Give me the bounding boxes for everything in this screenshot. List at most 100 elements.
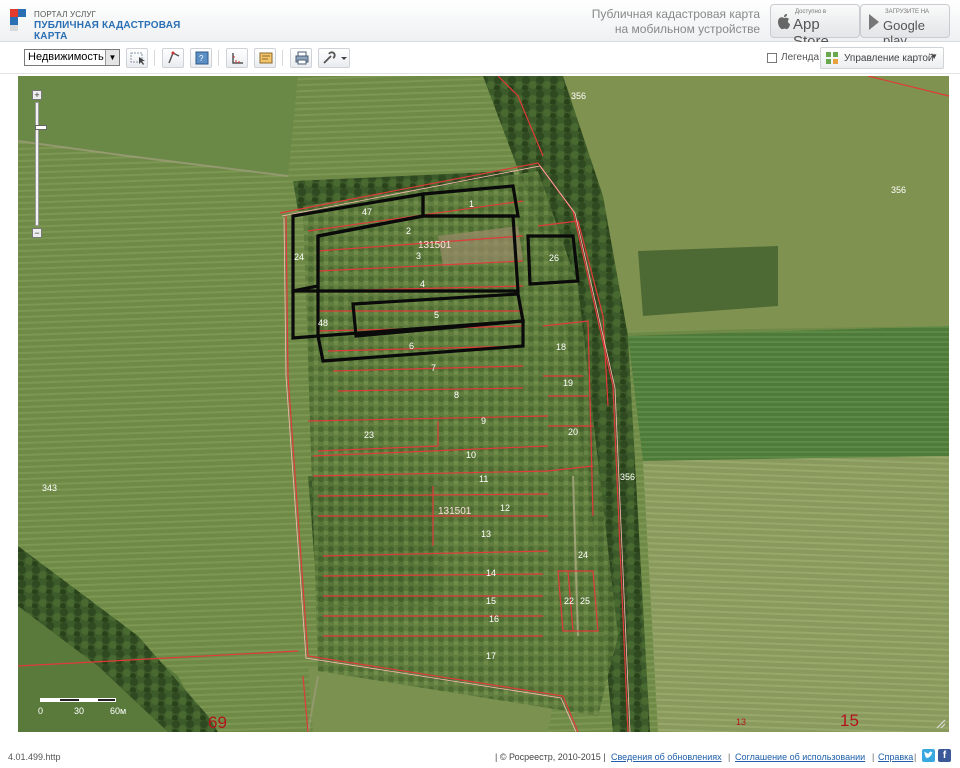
- facebook-icon[interactable]: f: [938, 749, 951, 762]
- manage-map-label: Управление картой: [844, 53, 934, 64]
- parcel-label[interactable]: 16: [489, 614, 499, 624]
- parcel-label[interactable]: 2: [406, 226, 411, 236]
- district-label[interactable]: 15: [840, 711, 859, 730]
- parcel-label[interactable]: 3: [416, 251, 421, 261]
- search-icon: ?: [195, 51, 209, 65]
- parcel-label[interactable]: 14: [486, 568, 496, 578]
- app-store-button[interactable]: Доступно в App Store: [770, 4, 860, 50]
- select-tool-button[interactable]: [126, 48, 148, 68]
- parcel-label[interactable]: 9: [481, 416, 486, 426]
- parcel-label[interactable]: 11: [479, 474, 488, 484]
- parcel-label[interactable]: 15: [486, 596, 496, 606]
- settings-dropdown-button[interactable]: [318, 48, 350, 68]
- zoom-slider-track[interactable]: [35, 102, 47, 226]
- google-play-button[interactable]: ЗАГРУЗИТЕ НА Google play: [860, 4, 950, 48]
- area-label[interactable]: 356: [620, 472, 635, 482]
- portal-logo[interactable]: ПОРТАЛ УСЛУГ ПУБЛИЧНАЯ КАДАСТРОВАЯ КАРТА: [8, 5, 204, 42]
- legend-label[interactable]: Легенда: [781, 52, 819, 63]
- app-store-small-label: Доступно в: [795, 9, 827, 15]
- footer-separator: |: [914, 752, 917, 762]
- chevron-down-icon[interactable]: ▼: [105, 50, 119, 65]
- grid-icon: [826, 52, 838, 64]
- select-icon: [130, 52, 145, 65]
- parcel-label[interactable]: 1: [469, 199, 474, 209]
- header: ПОРТАЛ УСЛУГ ПУБЛИЧНАЯ КАДАСТРОВАЯ КАРТА…: [0, 0, 960, 50]
- parcel-label[interactable]: 22: [564, 596, 574, 606]
- help-link[interactable]: Справка: [878, 752, 913, 762]
- zoom-out-button[interactable]: −: [32, 228, 42, 238]
- parcel-label[interactable]: 19: [563, 378, 573, 388]
- parcel-label[interactable]: 20: [568, 427, 578, 437]
- cadastral-block-label[interactable]: 131501: [438, 506, 472, 517]
- mobile-promo-text: Публичная кадастровая карта на мобильном…: [560, 7, 760, 37]
- parcel-label[interactable]: 6: [409, 341, 414, 351]
- parcel-label[interactable]: 24: [578, 550, 588, 560]
- updates-link[interactable]: Сведения об обновлениях: [611, 752, 722, 762]
- twitter-bird-icon: [924, 751, 933, 759]
- scale-bar-line: [40, 698, 116, 702]
- parcel-label[interactable]: 23: [364, 430, 374, 440]
- legend-checkbox[interactable]: [767, 53, 777, 63]
- chevron-down-icon: ▼: [930, 52, 938, 61]
- identify-tool-button[interactable]: [162, 48, 184, 68]
- layer-select[interactable]: Недвижимость ▼: [24, 49, 120, 66]
- parcel-label[interactable]: 17: [486, 651, 496, 661]
- map-labels: 1 2 3 4 5 6 7 8 9 10 11 12 13 14 15 16 1…: [42, 91, 906, 732]
- svg-text:?: ?: [199, 54, 204, 63]
- layers-icon: [259, 52, 273, 64]
- terms-link[interactable]: Соглашение об использовании: [735, 752, 865, 762]
- mobile-promo-line1: Публичная кадастровая карта: [591, 7, 760, 21]
- area-label[interactable]: 356: [891, 185, 906, 195]
- mobile-promo-line2: на мобильном устройстве: [614, 22, 760, 36]
- toolbar-divider: [282, 50, 283, 66]
- zoom-in-button[interactable]: +: [32, 90, 42, 100]
- footer: 4.01.499.http | © Росреестр, 2010-2015 |…: [0, 744, 960, 768]
- search-tool-button[interactable]: ?: [190, 48, 212, 68]
- print-button[interactable]: [290, 48, 312, 68]
- map-viewport[interactable]: 1 2 3 4 5 6 7 8 9 10 11 12 13 14 15 16 1…: [18, 76, 949, 732]
- google-play-small-label: ЗАГРУЗИТЕ НА: [885, 9, 930, 15]
- identify-icon: [168, 51, 180, 64]
- twitter-icon[interactable]: [922, 749, 935, 762]
- parcel-label[interactable]: 26: [549, 253, 559, 263]
- parcel-label[interactable]: 5: [434, 310, 439, 320]
- toolbar-divider: [218, 50, 219, 66]
- parcel-label[interactable]: 18: [556, 342, 566, 352]
- footer-separator: |: [728, 752, 731, 762]
- logo-subtitle: ПОРТАЛ УСЛУГ: [34, 10, 97, 19]
- parcel-label[interactable]: 8: [454, 390, 459, 400]
- scale-label: 0: [38, 706, 44, 716]
- parcel-label[interactable]: 47: [362, 207, 372, 217]
- manage-map-button[interactable]: Управление картой ▼: [820, 47, 944, 69]
- parcel-label[interactable]: 7: [431, 363, 436, 373]
- version-text: 4.01.499.http: [8, 752, 61, 762]
- parcel-label[interactable]: 4: [420, 279, 425, 289]
- layers-tool-button[interactable]: [254, 48, 276, 68]
- parcel-label[interactable]: 24: [294, 252, 304, 262]
- area-label[interactable]: 356: [571, 91, 586, 101]
- layer-select-value: Недвижимость: [28, 51, 104, 63]
- parcel-label[interactable]: 25: [580, 596, 590, 606]
- scale-label: 30: [74, 706, 85, 716]
- parcel-label[interactable]: 13: [481, 529, 491, 539]
- parcel-label[interactable]: 10: [466, 450, 476, 460]
- area-label[interactable]: 343: [42, 483, 57, 493]
- resize-icon[interactable]: [936, 719, 946, 729]
- district-label[interactable]: 69: [208, 713, 227, 732]
- toolbar-divider: [154, 50, 155, 66]
- map-toolbar: Недвижимость ▼ ? Легенда Управление карт…: [0, 42, 960, 74]
- zoom-slider-handle[interactable]: [35, 125, 47, 130]
- portal-logo-icon: [10, 9, 26, 31]
- parcel-label[interactable]: 12: [500, 503, 510, 513]
- footer-separator: |: [872, 752, 875, 762]
- settings-icon: [323, 51, 347, 64]
- scale-bar: 0 30 60м: [38, 696, 148, 720]
- district-label[interactable]: 13: [736, 717, 746, 727]
- logo-title: ПУБЛИЧНАЯ КАДАСТРОВАЯ КАРТА: [34, 20, 181, 42]
- zoom-control[interactable]: + −: [32, 90, 47, 240]
- cadastral-block-label[interactable]: 131501: [418, 240, 452, 251]
- measure-tool-button[interactable]: [226, 48, 248, 68]
- scale-label: 60м: [110, 706, 127, 716]
- parcel-label[interactable]: 48: [318, 318, 328, 328]
- google-play-icon: [869, 14, 879, 30]
